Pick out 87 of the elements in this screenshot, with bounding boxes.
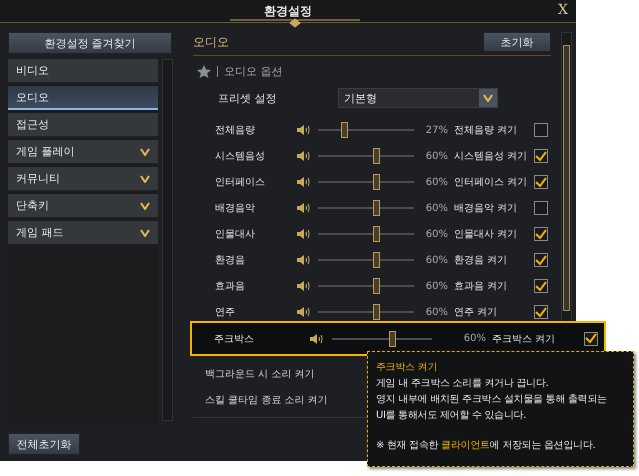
slider-thumb[interactable] xyxy=(372,278,380,294)
channel-label: 인물대사 xyxy=(215,228,256,241)
toggle-label: 전체음량 켜기 xyxy=(454,124,518,137)
volume-reading: 60% xyxy=(424,202,449,214)
tooltip-text: 영지 내부에 배치된 주크박스 설치물을 통해 출력되는 xyxy=(376,393,608,407)
toggle-label: 시스템음성 켜기 xyxy=(454,150,528,163)
slider-thumb[interactable] xyxy=(372,174,380,190)
volume-reading: 60% xyxy=(424,306,449,318)
sidebar-item[interactable]: 커뮤니티 xyxy=(8,167,158,191)
slider-thumb[interactable] xyxy=(372,200,380,216)
ornament-icon xyxy=(230,17,360,29)
checkbox[interactable] xyxy=(534,227,548,241)
sidebar-item[interactable]: 접근성 xyxy=(8,113,158,137)
slider-thumb[interactable] xyxy=(340,122,348,138)
sidebar-item[interactable]: 게임 패드 xyxy=(8,221,158,245)
speaker-icon xyxy=(297,307,312,317)
tooltip-title: 주크박스 켜기 xyxy=(376,361,438,375)
tooltip-note: ※ 현재 접속한 클라이언트에 저장되는 옵션입니다. xyxy=(376,439,596,453)
chevron-icon xyxy=(140,174,150,182)
speaker-icon xyxy=(297,255,312,265)
close-button[interactable]: X xyxy=(556,2,570,18)
reset-button[interactable]: 초기화 xyxy=(483,32,551,52)
slider-thumb[interactable] xyxy=(372,304,380,320)
reset-all-button[interactable]: 전체초기화 xyxy=(8,433,80,455)
scroll-thumb[interactable] xyxy=(563,45,570,311)
preset-dropdown[interactable]: 기본형 xyxy=(338,88,498,108)
channel-label: 전체음량 xyxy=(215,124,256,137)
speaker-icon xyxy=(297,151,312,161)
speaker-icon xyxy=(297,281,312,291)
scrollbar[interactable] xyxy=(561,32,572,322)
toggle-label: 인터페이스 켜기 xyxy=(454,176,528,189)
option-label: 백그라운드 시 소리 켜기 xyxy=(205,368,315,382)
subsection-title: 오디오 옵션 xyxy=(224,64,282,79)
volume-reading: 27% xyxy=(424,124,449,136)
channel-label: 인터페이스 xyxy=(215,176,266,189)
checkbox[interactable] xyxy=(584,332,598,346)
volume-reading: 60% xyxy=(424,254,449,266)
sidebar-item[interactable]: 비디오 xyxy=(8,59,158,83)
slider-thumb[interactable] xyxy=(372,252,380,268)
speaker-icon xyxy=(310,334,325,344)
checkbox[interactable] xyxy=(534,123,548,137)
checkbox[interactable] xyxy=(534,149,548,163)
scrollbar[interactable] xyxy=(162,59,173,421)
checkbox[interactable] xyxy=(534,201,548,215)
toggle-label: 주크박스 켜기 xyxy=(492,332,556,346)
channel-label: 주크박스 xyxy=(214,332,255,346)
speaker-icon xyxy=(297,203,312,213)
slider-thumb[interactable] xyxy=(372,226,380,242)
checkbox[interactable] xyxy=(534,279,548,293)
toggle-label: 효과음 켜기 xyxy=(454,280,508,293)
checkbox[interactable] xyxy=(534,253,548,267)
slider-thumb[interactable] xyxy=(389,330,396,346)
channel-label: 효과음 xyxy=(215,280,246,293)
option-label: 스킬 쿨타임 종료 소리 켜기 xyxy=(205,394,328,408)
chevron-icon xyxy=(140,202,150,210)
sidebar-item[interactable]: 오디오 xyxy=(8,86,158,110)
preset-label: 프리셋 설정 xyxy=(218,90,278,106)
speaker-icon xyxy=(297,125,312,135)
toggle-label: 배경음악 켜기 xyxy=(454,202,518,215)
slider-thumb[interactable] xyxy=(372,148,380,164)
speaker-icon xyxy=(297,229,312,239)
sidebar-item[interactable]: 게임 플레이 xyxy=(8,140,158,164)
section-title: 오디오 xyxy=(193,34,229,50)
speaker-icon xyxy=(297,177,312,187)
checkbox[interactable] xyxy=(534,305,548,319)
sidebar-item[interactable]: 단축키 xyxy=(8,194,158,218)
window-title: 환경설정 xyxy=(264,2,312,20)
channel-label: 연주 xyxy=(215,306,236,319)
favorites-button[interactable]: 환경설정 즐겨찾기 xyxy=(8,32,172,54)
volume-reading: 60% xyxy=(424,228,449,240)
volume-reading: 60% xyxy=(424,176,449,188)
chevron-icon xyxy=(483,94,493,102)
channel-label: 시스템음성 xyxy=(215,150,266,163)
channel-label: 환경음 xyxy=(215,254,246,267)
toggle-label: 연주 켜기 xyxy=(454,306,498,319)
tooltip-text: UI를 통해서도 제어할 수 있습니다. xyxy=(376,409,528,423)
chevron-icon xyxy=(140,148,150,156)
chevron-icon xyxy=(140,228,150,236)
channel-label: 배경음악 xyxy=(215,202,256,215)
volume-reading: 60% xyxy=(462,333,487,344)
volume-reading: 60% xyxy=(424,150,449,162)
volume-reading: 60% xyxy=(424,280,449,292)
tooltip-text: 게임 내 주크박스 소리를 켜거나 끕니다. xyxy=(376,377,550,391)
star-icon[interactable] xyxy=(197,65,211,78)
checkbox[interactable] xyxy=(534,175,548,189)
toggle-label: 환경음 켜기 xyxy=(454,254,508,267)
toggle-label: 인물대사 켜기 xyxy=(454,228,518,241)
